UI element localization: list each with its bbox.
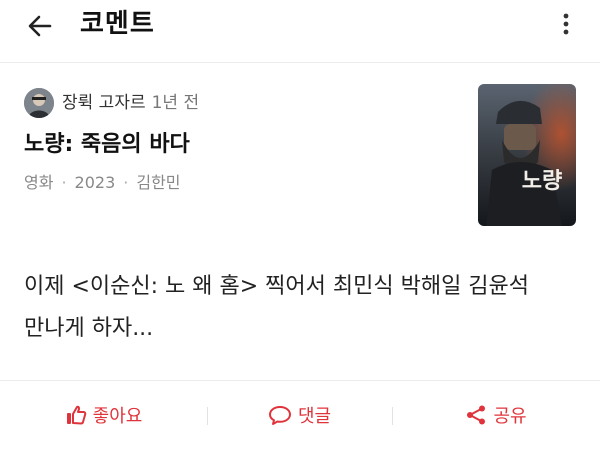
meta-separator: · (123, 173, 129, 192)
comment-text: 이제 <이순신: 노 왜 홈> 찍어서 최민식 박해일 김윤석 만나게 하자..… (24, 266, 584, 350)
action-bar: 좋아요 댓글 공유 (0, 380, 600, 449)
movie-title[interactable]: 노량: 죽음의 바다 (24, 128, 190, 162)
app-header: 코멘트 (0, 0, 600, 63)
more-vertical-icon (563, 13, 569, 35)
share-button[interactable]: 공유 (392, 381, 600, 449)
like-button[interactable]: 좋아요 (0, 381, 207, 449)
reply-label: 댓글 (297, 406, 332, 427)
poster-title: 노량 (522, 168, 562, 194)
author-row: 장뤽 고자르 1년 전 (24, 88, 199, 118)
movie-meta: 영화 · 2023 · 김한민 (24, 168, 181, 198)
thumbs-up-icon (65, 404, 87, 426)
like-label: 좋아요 (92, 406, 143, 427)
back-arrow-icon (28, 15, 52, 37)
author-name[interactable]: 장뤽 고자르 (62, 88, 146, 118)
speech-bubble-icon (268, 404, 292, 426)
release-year: 2023 (74, 173, 116, 192)
comment-line: 이제 <이순신: 노 왜 홈> 찍어서 최민식 박해일 김윤석 (24, 274, 530, 299)
share-icon (465, 404, 487, 426)
meta-separator: · (61, 173, 67, 192)
timestamp: 1년 전 (151, 93, 200, 113)
share-label: 공유 (493, 406, 527, 427)
comment-line: 만나게 하자... (24, 316, 154, 341)
more-options-button[interactable] (554, 8, 578, 40)
director-name: 김한민 (136, 173, 181, 192)
page-title: 코멘트 (80, 9, 155, 39)
movie-poster[interactable]: 노량 (478, 84, 576, 226)
avatar[interactable] (24, 88, 54, 118)
back-button[interactable] (22, 8, 58, 44)
reply-button[interactable]: 댓글 (207, 381, 392, 449)
content-type: 영화 (24, 173, 54, 192)
